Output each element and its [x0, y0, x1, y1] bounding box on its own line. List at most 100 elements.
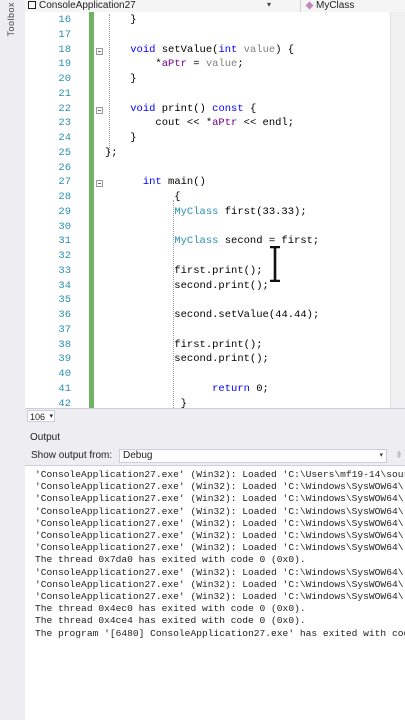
- line-number: 30: [58, 220, 71, 233]
- code-text: };: [105, 146, 118, 161]
- line-number: 42: [58, 397, 71, 409]
- code-line: 42 }: [25, 397, 405, 409]
- output-line: 'ConsoleApplication27.exe' (Win32): Load…: [35, 493, 404, 505]
- code-line: 26: [25, 161, 405, 176]
- code-line: 40: [25, 367, 405, 382]
- code-token: second.print();: [105, 279, 269, 292]
- line-number: 40: [58, 368, 71, 380]
- code-line: 39 second.print();: [25, 352, 405, 367]
- code-token: aPtr: [212, 117, 238, 130]
- code-line: 36 second.setValue(44.44);: [25, 308, 405, 323]
- toolbox-tab[interactable]: Toolbox: [6, 2, 18, 37]
- code-token: void: [130, 43, 156, 56]
- code-token: =: [186, 58, 206, 71]
- code-line: 19 *aPtr = value;: [25, 57, 405, 72]
- code-token: {: [243, 102, 257, 115]
- output-source-value: Debug: [123, 450, 153, 461]
- output-line: 'ConsoleApplication27.exe' (Win32): Load…: [35, 578, 404, 590]
- code-line: 31 MyClass second = first;: [25, 234, 405, 249]
- line-number: 39: [58, 353, 71, 366]
- output-line: 'ConsoleApplication27.exe' (Win32): Load…: [35, 591, 404, 602]
- code-token: int: [218, 43, 238, 56]
- line-number: 24: [58, 132, 71, 144]
- line-number: 34: [58, 279, 71, 292]
- code-line: 17: [25, 28, 405, 43]
- line-number: 32: [58, 250, 71, 262]
- find-message-icon[interactable]: ⇞: [393, 449, 405, 461]
- code-text: void print() const {: [105, 102, 256, 117]
- output-line: The thread 0x4ec0 has exited with code 0…: [35, 603, 306, 615]
- code-token: second = first;: [218, 235, 320, 248]
- code-token: }: [105, 132, 137, 144]
- code-line: 25};: [25, 146, 405, 161]
- line-number: 23: [58, 117, 71, 130]
- code-text: second.print();: [105, 352, 269, 367]
- code-line: 29 MyClass first(33.33);: [25, 205, 405, 220]
- code-token: void: [130, 102, 156, 115]
- output-source-select[interactable]: Debug ▾: [119, 449, 387, 463]
- code-text: second.print();: [105, 279, 269, 294]
- code-editor[interactable]: 16 } 17 18 void setValue(int value) {19 *a…: [25, 12, 405, 408]
- code-line: 21: [25, 87, 405, 102]
- code-token: ;: [237, 58, 244, 71]
- line-number: 19: [58, 58, 71, 71]
- output-line: 'ConsoleApplication27.exe' (Win32): Load…: [35, 566, 404, 578]
- output-line: 'ConsoleApplication27.exe' (Win32): Load…: [35, 505, 404, 517]
- output-line: The program '[6480] ConsoleApplication27…: [35, 627, 405, 639]
- chevron-down-icon: ▾: [49, 413, 53, 420]
- code-token: setValue(: [155, 43, 219, 56]
- code-token: {: [105, 191, 181, 203]
- code-line: 16 }: [25, 13, 405, 28]
- line-number: 26: [58, 161, 71, 174]
- class-name: MyClass: [316, 0, 355, 11]
- line-number: 36: [58, 309, 71, 321]
- code-token: );: [294, 205, 307, 218]
- output-line: The thread 0x4ce4 has exited with code 0…: [35, 615, 306, 627]
- line-number: 21: [58, 87, 71, 100]
- line-number: 41: [58, 382, 71, 395]
- code-token: };: [105, 146, 118, 159]
- code-token: cout << *: [105, 117, 213, 130]
- code-text: first.print();: [105, 338, 262, 353]
- class-dropdown[interactable]: MyClass: [305, 0, 405, 12]
- code-line: 35: [25, 293, 405, 308]
- code-token: }: [105, 73, 137, 85]
- code-text: }: [105, 131, 137, 146]
- code-text: second.setValue(44.44);: [105, 308, 319, 323]
- code-line: 24 }: [25, 131, 405, 146]
- code-text: }: [105, 397, 187, 409]
- code-token: second.setValue(: [105, 309, 276, 321]
- code-text: }: [105, 72, 137, 87]
- code-line: 38 first.print();: [25, 338, 405, 353]
- code-token: 0;: [249, 382, 269, 395]
- code-token: int: [142, 176, 162, 189]
- code-line: 30: [25, 220, 405, 235]
- code-token: aPtr: [161, 58, 187, 71]
- code-token: second.print();: [105, 353, 269, 366]
- code-text: *aPtr = value;: [105, 57, 244, 72]
- output-line: 'ConsoleApplication27.exe' (Win32): Load…: [35, 481, 404, 493]
- code-line: 28 {: [25, 190, 405, 205]
- line-number: 22: [58, 102, 71, 115]
- code-token: << endl;: [237, 117, 295, 130]
- code-token: print(): [155, 102, 213, 115]
- code-line: 27 int main(): [25, 175, 405, 190]
- code-token: first(: [218, 205, 263, 218]
- code-text: int main(): [105, 175, 206, 190]
- code-token: main(): [161, 176, 206, 189]
- output-text-area[interactable]: 'ConsoleApplication27.exe' (Win32): Load…: [25, 465, 405, 721]
- code-line: 41 return 0;: [25, 382, 405, 397]
- code-line: 18 void setValue(int value) {: [25, 43, 405, 58]
- line-number: 33: [58, 264, 71, 277]
- output-panel-title: Output: [30, 432, 61, 443]
- output-line: 'ConsoleApplication27.exe' (Win32): Load…: [35, 469, 405, 480]
- project-dropdown[interactable]: ConsoleApplication27 ▾: [27, 0, 275, 12]
- show-output-from-label: Show output from:: [31, 450, 113, 461]
- zoom-bar: 106 % ▾: [25, 408, 405, 434]
- zoom-level-dropdown[interactable]: 106 % ▾: [27, 410, 55, 434]
- left-tool-rail: Toolbox: [0, 0, 26, 720]
- code-token: }: [105, 397, 187, 409]
